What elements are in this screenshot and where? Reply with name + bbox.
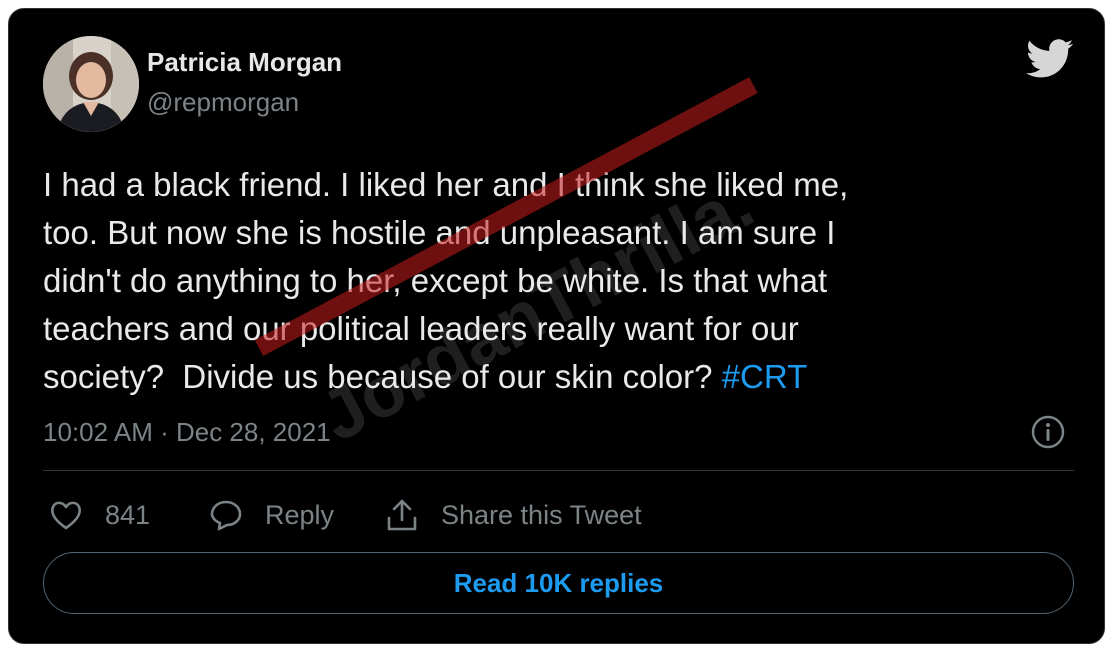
heart-icon bbox=[51, 501, 81, 530]
share-label: Share this Tweet bbox=[441, 499, 642, 530]
tweet-text-line: teachers and our political leaders reall… bbox=[43, 310, 799, 347]
like-button[interactable]: 841 bbox=[49, 495, 150, 535]
author-display-name[interactable]: Patricia Morgan bbox=[147, 47, 342, 78]
divider bbox=[43, 470, 1074, 471]
tweet-text-line: I had a black friend. I liked her and I … bbox=[43, 166, 849, 203]
tweet-text-fragment: society? Divide us because of our skin c… bbox=[43, 358, 722, 395]
author-handle[interactable]: @repmorgan bbox=[147, 87, 299, 118]
twitter-bird-icon[interactable] bbox=[1026, 39, 1074, 79]
tweet-timestamp[interactable]: 10:02 AM · Dec 28, 2021 bbox=[43, 417, 331, 448]
embedded-tweet-card: Patricia Morgan @repmorgan I had a black… bbox=[8, 8, 1105, 644]
tweet-text-line: too. But now she is hostile and unpleasa… bbox=[43, 214, 836, 251]
tweet-text: I had a black friend. I liked her and I … bbox=[43, 161, 1063, 401]
share-icon bbox=[387, 499, 417, 531]
tweet-text-line-last: society? Divide us because of our skin c… bbox=[43, 353, 1063, 401]
tweet-text-line: didn't do anything to her, except be whi… bbox=[43, 262, 828, 299]
speech-bubble-icon bbox=[210, 500, 242, 531]
reply-button[interactable]: Reply bbox=[209, 495, 334, 535]
info-icon[interactable] bbox=[1030, 414, 1066, 450]
like-count: 841 bbox=[105, 499, 151, 530]
hashtag-link[interactable]: #CRT bbox=[722, 358, 808, 395]
reply-label: Reply bbox=[265, 499, 335, 530]
avatar-portrait-image bbox=[43, 36, 139, 132]
share-button[interactable]: Share this Tweet bbox=[385, 495, 642, 535]
read-replies-button[interactable]: Read 10K replies bbox=[43, 552, 1074, 614]
avatar[interactable] bbox=[43, 36, 139, 132]
